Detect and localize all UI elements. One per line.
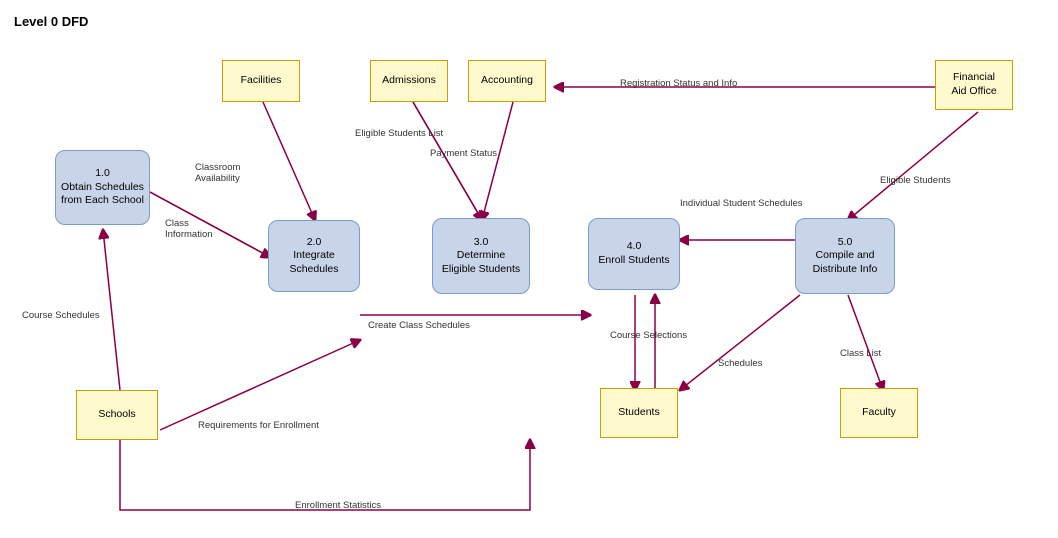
process-4: 4.0 Enroll Students — [588, 218, 680, 290]
label-classroom-availability: Classroom Availability — [195, 162, 240, 184]
faculty-entity: Faculty — [840, 388, 918, 438]
process-3: 3.0 Determine Eligible Students — [432, 218, 530, 294]
label-eligible-students-list: Eligible Students List — [355, 128, 443, 139]
process-1: 1.0 Obtain Schedules from Each School — [55, 150, 150, 225]
process-2: 2.0 Integrate Schedules — [268, 220, 360, 292]
facilities-entity: Facilities — [222, 60, 300, 102]
label-eligible-students: Eligible Students — [880, 175, 951, 186]
label-class-list: Class List — [840, 348, 881, 359]
label-payment-status: Payment Status — [430, 148, 497, 159]
accounting-entity: Accounting — [468, 60, 546, 102]
label-individual-student-schedules: Individual Student Schedules — [680, 198, 803, 209]
admissions-entity: Admissions — [370, 60, 448, 102]
label-schedules: Schedules — [718, 358, 762, 369]
financial-aid-entity: Financial Aid Office — [935, 60, 1013, 110]
label-course-schedules: Course Schedules — [22, 310, 100, 321]
label-registration-status: Registration Status and Info — [620, 78, 737, 89]
students-entity: Students — [600, 388, 678, 438]
diagram-title: Level 0 DFD — [14, 14, 88, 29]
diagram-container: Level 0 DFD — [0, 0, 1058, 538]
process-5: 5.0 Compile and Distribute Info — [795, 218, 895, 294]
label-requirements-for-enrollment: Requirements for Enrollment — [198, 420, 319, 431]
schools-entity: Schools — [76, 390, 158, 440]
label-class-information: Class Information — [165, 218, 213, 240]
label-create-class-schedules: Create Class Schedules — [368, 320, 470, 331]
label-enrollment-statistics: Enrollment Statistics — [295, 500, 381, 511]
label-course-selections: Course Selections — [610, 330, 687, 341]
